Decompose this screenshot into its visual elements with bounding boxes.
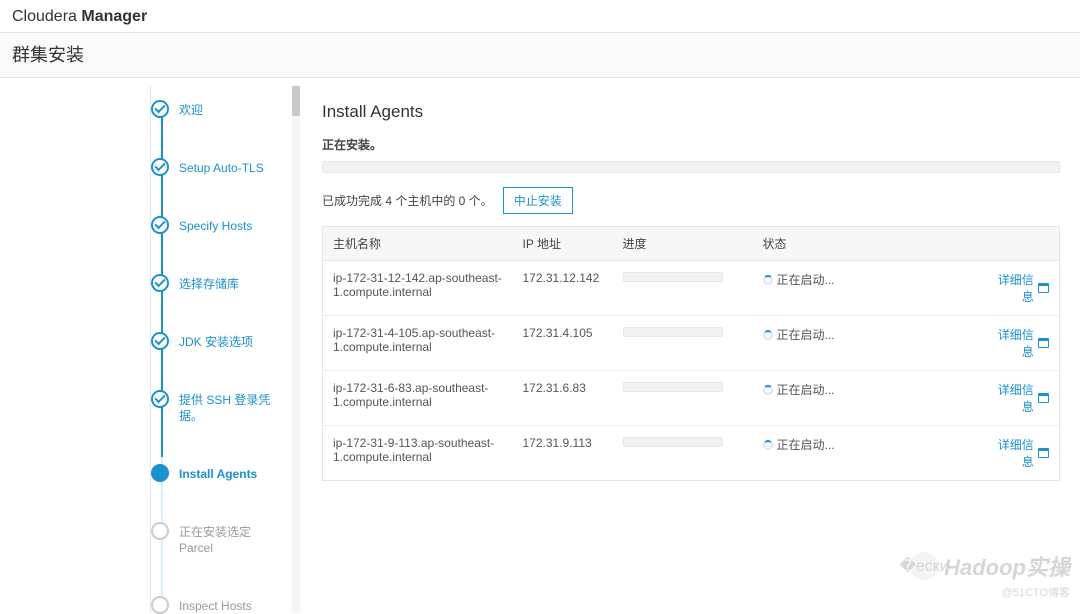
- step-label: Inspect Hosts: [179, 596, 252, 614]
- table-row: ip-172-31-6-83.ap-southeast-1.compute.in…: [323, 371, 1060, 426]
- cell-detail: 详细信息: [980, 261, 1060, 316]
- row-progress-bar: [623, 327, 723, 337]
- col-header-progress: 进度: [613, 227, 753, 261]
- cell-hostname: ip-172-31-6-83.ap-southeast-1.compute.in…: [323, 371, 513, 426]
- spinner-icon: [763, 330, 773, 340]
- cell-status: 正在启动...: [753, 426, 980, 481]
- page-title: Install Agents: [322, 102, 1060, 122]
- hosts-table: 主机名称 IP 地址 进度 状态 ip-172-31-12-142.ap-sou…: [322, 226, 1060, 481]
- col-header-host: 主机名称: [323, 227, 513, 261]
- wizard-step-4[interactable]: JDK 安装选项: [151, 332, 290, 390]
- cell-ip: 172.31.12.142: [513, 261, 613, 316]
- brand: Cloudera Manager: [12, 8, 147, 25]
- cell-detail: 详细信息: [980, 426, 1060, 481]
- cell-status: 正在启动...: [753, 371, 980, 426]
- spinner-icon: [763, 385, 773, 395]
- cell-hostname: ip-172-31-12-142.ap-southeast-1.compute.…: [323, 261, 513, 316]
- cell-hostname: ip-172-31-4-105.ap-southeast-1.compute.i…: [323, 316, 513, 371]
- step-label: Specify Hosts: [179, 216, 252, 234]
- step-label: 正在安装选定 Parcel: [179, 522, 275, 556]
- detail-link[interactable]: 详细信息: [990, 326, 1050, 360]
- cell-progress: [613, 261, 753, 316]
- detail-link[interactable]: 详细信息: [990, 436, 1050, 470]
- detail-link-label: 详细信息: [990, 381, 1034, 415]
- brand-light: Cloudera: [12, 8, 81, 25]
- wizard-step-8: Inspect Hosts: [151, 596, 290, 614]
- detail-link-label: 详细信息: [990, 436, 1034, 470]
- step-circle-icon: [151, 100, 169, 118]
- page-subtitle: 群集安装: [0, 33, 1080, 78]
- step-label: JDK 安装选项: [179, 332, 253, 350]
- sidebar-scrollbar[interactable]: [292, 86, 300, 612]
- cell-detail: 详细信息: [980, 316, 1060, 371]
- row-progress-bar: [623, 272, 723, 282]
- detail-link[interactable]: 详细信息: [990, 381, 1050, 415]
- cell-ip: 172.31.6.83: [513, 371, 613, 426]
- brand-bold: Manager: [81, 8, 147, 25]
- detail-link-label: 详细信息: [990, 326, 1034, 360]
- wizard-step-1[interactable]: Setup Auto-TLS: [151, 158, 290, 216]
- detail-link[interactable]: 详细信息: [990, 271, 1050, 305]
- step-circle-icon: [151, 390, 169, 408]
- step-label: 提供 SSH 登录凭据。: [179, 390, 275, 424]
- table-row: ip-172-31-4-105.ap-southeast-1.compute.i…: [323, 316, 1060, 371]
- spinner-icon: [763, 440, 773, 450]
- abort-install-button[interactable]: 中止安装: [503, 187, 573, 214]
- col-header-detail: [980, 227, 1060, 261]
- step-label: 选择存储库: [179, 274, 239, 292]
- left-gutter: [0, 86, 150, 612]
- step-circle-icon: [151, 596, 169, 614]
- cell-progress: [613, 426, 753, 481]
- cell-status: 正在启动...: [753, 316, 980, 371]
- step-label: Setup Auto-TLS: [179, 158, 264, 176]
- cell-ip: 172.31.9.113: [513, 426, 613, 481]
- cell-hostname: ip-172-31-9-113.ap-southeast-1.compute.i…: [323, 426, 513, 481]
- row-progress-bar: [623, 382, 723, 392]
- wizard-step-6[interactable]: Install Agents: [151, 464, 290, 522]
- cell-detail: 详细信息: [980, 371, 1060, 426]
- popup-icon: [1038, 283, 1049, 293]
- col-header-status: 状态: [753, 227, 980, 261]
- table-row: ip-172-31-12-142.ap-southeast-1.compute.…: [323, 261, 1060, 316]
- table-header-row: 主机名称 IP 地址 进度 状态: [323, 227, 1060, 261]
- wizard-step-2[interactable]: Specify Hosts: [151, 216, 290, 274]
- step-circle-icon: [151, 158, 169, 176]
- step-label: Install Agents: [179, 464, 257, 482]
- main-panel: Install Agents 正在安装。 已成功完成 4 个主机中的 0 个。 …: [300, 86, 1080, 612]
- summary-text: 已成功完成 4 个主机中的 0 个。: [322, 192, 493, 209]
- step-label: 欢迎: [179, 100, 203, 118]
- installing-label: 正在安装。: [322, 136, 1060, 153]
- cell-progress: [613, 316, 753, 371]
- step-circle-icon: [151, 216, 169, 234]
- popup-icon: [1038, 448, 1049, 458]
- wizard-step-5[interactable]: 提供 SSH 登录凭据。: [151, 390, 290, 464]
- step-circle-icon: [151, 332, 169, 350]
- step-circle-icon: [151, 522, 169, 540]
- row-progress-bar: [623, 437, 723, 447]
- step-circle-icon: [151, 464, 169, 482]
- popup-icon: [1038, 338, 1049, 348]
- step-circle-icon: [151, 274, 169, 292]
- scroll-thumb[interactable]: [292, 86, 300, 116]
- wizard-sidebar: 欢迎 Setup Auto-TLS Specify Hosts 选择存储库 JDK 安装…: [150, 86, 290, 612]
- cell-ip: 172.31.4.105: [513, 316, 613, 371]
- cell-status: 正在启动...: [753, 261, 980, 316]
- wizard-step-0[interactable]: 欢迎: [151, 100, 290, 158]
- overall-progress-bar: [322, 161, 1060, 173]
- cell-progress: [613, 371, 753, 426]
- col-header-ip: IP 地址: [513, 227, 613, 261]
- wizard-step-7: 正在安装选定 Parcel: [151, 522, 290, 596]
- spinner-icon: [763, 275, 773, 285]
- header-bar: Cloudera Manager: [0, 0, 1080, 33]
- table-row: ip-172-31-9-113.ap-southeast-1.compute.i…: [323, 426, 1060, 481]
- popup-icon: [1038, 393, 1049, 403]
- detail-link-label: 详细信息: [990, 271, 1034, 305]
- wizard-step-3[interactable]: 选择存储库: [151, 274, 290, 332]
